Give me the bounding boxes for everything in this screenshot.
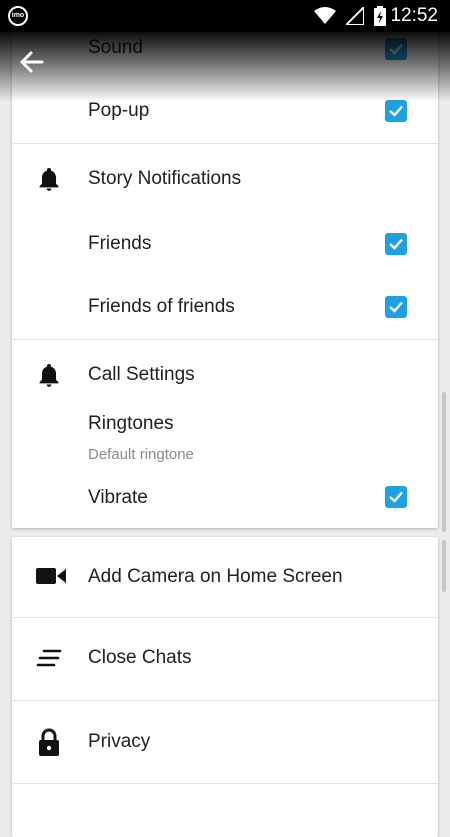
- friends-of-friends-checkbox[interactable]: [385, 296, 407, 318]
- notification-settings-card: Sound Pop-up Story Notifications Friends…: [12, 0, 438, 528]
- lock-icon: [39, 728, 59, 756]
- ringtones-label: Ringtones: [88, 413, 174, 434]
- call-settings-title: Call Settings: [88, 364, 195, 385]
- sound-label: Sound: [88, 37, 143, 58]
- menu-item-privacy[interactable]: Privacy: [12, 701, 438, 783]
- menu-item-label: Close Chats: [88, 647, 192, 668]
- menu-item-close-chats[interactable]: Close Chats: [12, 618, 438, 700]
- status-time: 12:52: [390, 5, 438, 26]
- bell-icon: [39, 363, 59, 387]
- check-icon: [389, 238, 403, 250]
- check-icon: [389, 301, 403, 313]
- status-bar: imo 12:52: [0, 0, 450, 32]
- divider: [12, 339, 438, 340]
- popup-row[interactable]: Pop-up: [12, 92, 438, 132]
- close-chats-icon: [36, 649, 62, 667]
- battery-charging-icon: [374, 6, 386, 26]
- friends-of-friends-row[interactable]: Friends of friends: [12, 288, 438, 328]
- vibrate-label: Vibrate: [88, 487, 148, 508]
- story-notifications-header: Story Notifications: [12, 160, 438, 200]
- ringtones-value: Default ringtone: [88, 446, 194, 463]
- friends-of-friends-label: Friends of friends: [88, 296, 235, 317]
- imo-app-icon: imo: [8, 6, 28, 26]
- bell-icon: [39, 167, 59, 191]
- back-button[interactable]: [14, 46, 50, 78]
- signal-icon: [346, 7, 364, 25]
- friends-checkbox[interactable]: [385, 233, 407, 255]
- popup-checkbox[interactable]: [385, 100, 407, 122]
- vibrate-checkbox[interactable]: [385, 486, 407, 508]
- video-camera-icon: [36, 568, 66, 584]
- story-notifications-title: Story Notifications: [88, 168, 242, 189]
- check-icon: [389, 105, 403, 117]
- menu-item-label: Privacy: [88, 731, 151, 752]
- vibrate-row[interactable]: Vibrate: [12, 478, 438, 518]
- menu-item-label: Add Camera on Home Screen: [88, 566, 343, 587]
- check-icon: [389, 43, 403, 55]
- friends-label: Friends: [88, 233, 152, 254]
- scrollbar-thumb[interactable]: [442, 392, 446, 532]
- menu-card: Add Camera on Home Screen Close Chats Pr…: [12, 537, 438, 837]
- wifi-icon: [314, 7, 336, 24]
- check-icon: [389, 491, 403, 503]
- sound-checkbox[interactable]: [385, 38, 407, 60]
- friends-row[interactable]: Friends: [12, 225, 438, 265]
- divider: [12, 143, 438, 144]
- scrollbar-thumb[interactable]: [442, 540, 446, 592]
- divider: [12, 783, 438, 784]
- arrow-left-icon: [20, 51, 44, 73]
- sound-row[interactable]: Sound: [12, 30, 438, 70]
- menu-item-add-camera[interactable]: Add Camera on Home Screen: [12, 537, 438, 617]
- ringtones-row[interactable]: Ringtones Default ringtone: [12, 405, 438, 471]
- call-settings-header: Call Settings: [12, 356, 438, 396]
- popup-label: Pop-up: [88, 100, 150, 121]
